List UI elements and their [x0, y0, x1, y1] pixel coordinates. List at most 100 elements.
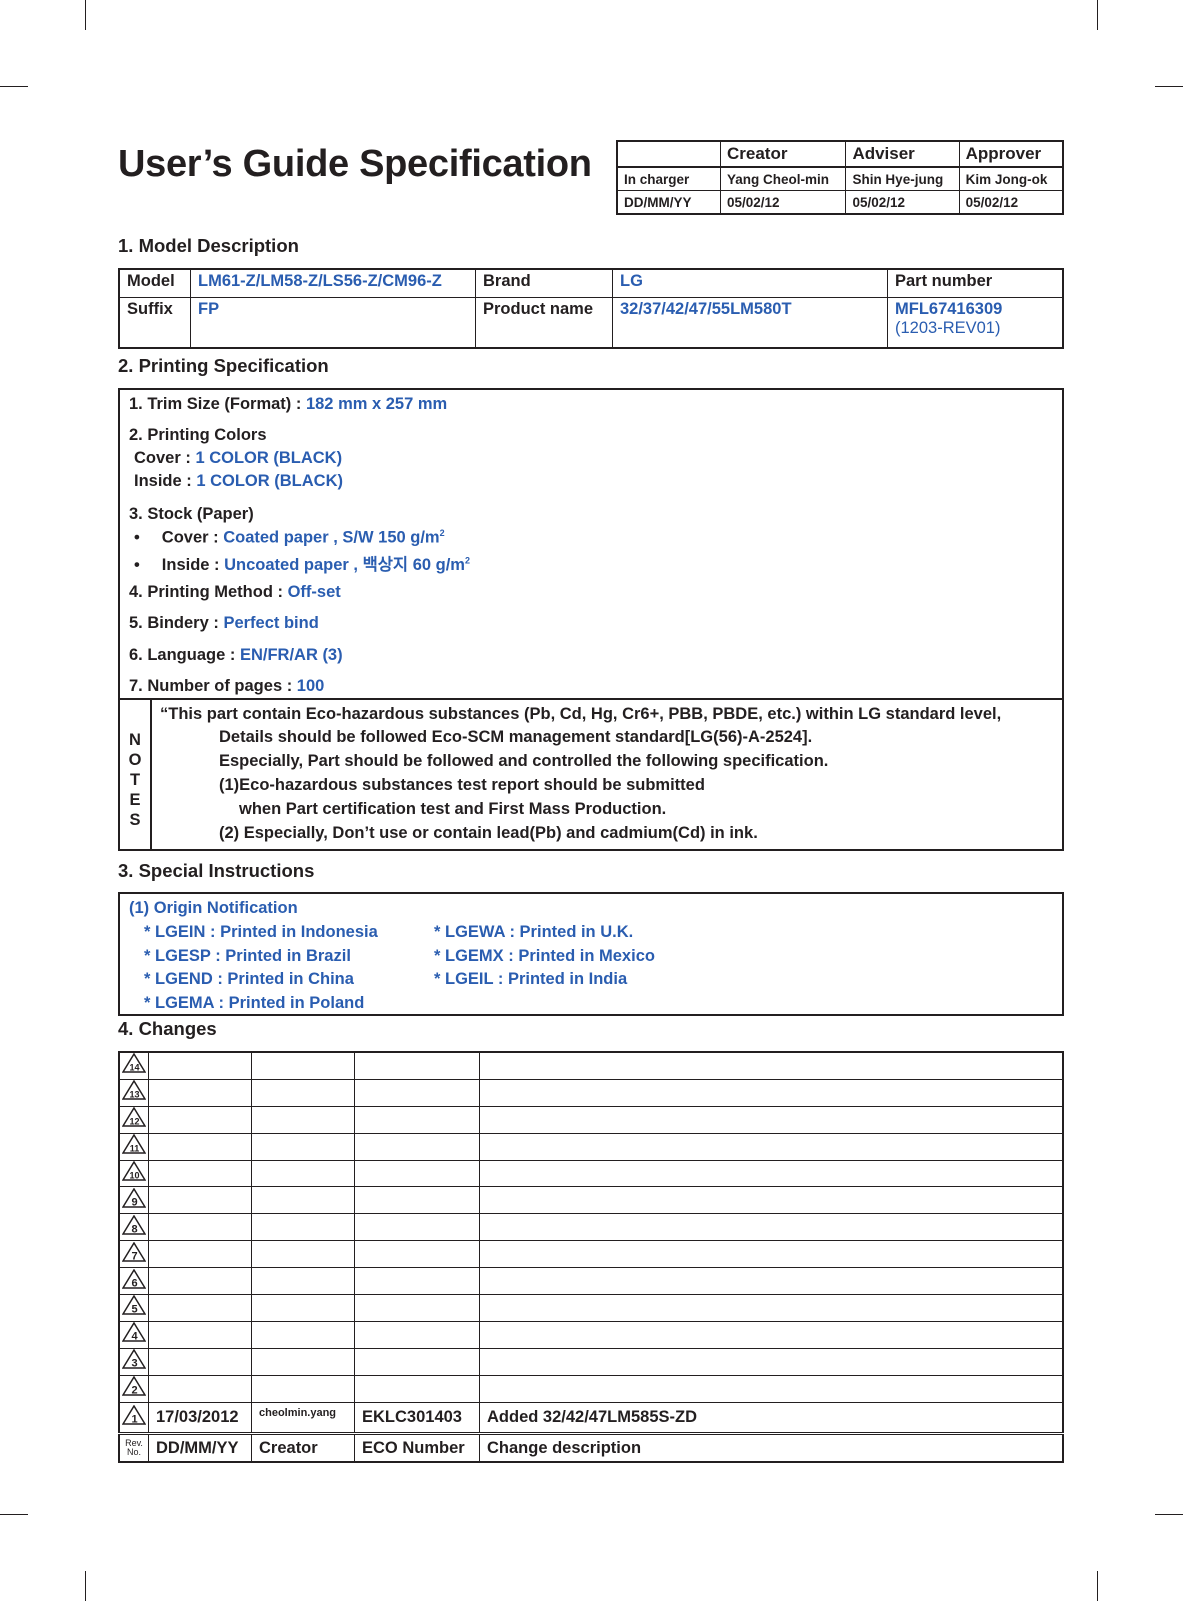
signoff-adviser-name: Shin Hye-jung [845, 166, 960, 191]
origin-item: * LGEIL : Printed in India [434, 970, 628, 988]
notes-line: when Part certification test and First M… [239, 800, 667, 818]
trim-size-line: 1. Trim Size (Format) : 182 mm x 257 mm [129, 395, 447, 414]
pages-line: 7. Number of pages : 100 [129, 677, 324, 696]
signoff-header-blank [616, 140, 721, 168]
notes-line: Especially, Part should be followed and … [219, 752, 829, 770]
printing-spec-box: 1. Trim Size (Format) : 182 mm x 257 mm … [118, 388, 1064, 700]
change-description [479, 1078, 1064, 1107]
changes-row: 5 [118, 1294, 1064, 1322]
change-creator [251, 1186, 355, 1215]
change-description [479, 1132, 1064, 1161]
change-date [148, 1186, 252, 1215]
change-eco-number [354, 1240, 480, 1269]
crop-mark [0, 1514, 28, 1515]
origin-item: * LGEWA : Printed in U.K. [434, 923, 634, 941]
revision-number: 11 [130, 1144, 140, 1154]
stock-label: 3. Stock (Paper) [129, 505, 254, 523]
printing-colors-label: 2. Printing Colors [129, 426, 267, 444]
revision-number: 10 [129, 1171, 139, 1181]
change-date [148, 1294, 252, 1322]
change-eco-number [354, 1267, 480, 1296]
revision-cell: 1 [118, 1401, 149, 1436]
notes-letter: N [129, 731, 141, 749]
notes-letter: T [129, 771, 141, 789]
crop-mark [1097, 1571, 1098, 1601]
change-creator [251, 1267, 355, 1296]
change-eco-number [354, 1294, 480, 1322]
change-creator [251, 1105, 355, 1134]
revision-cell: 12 [118, 1105, 149, 1134]
revision-triangle-icon: 4 [121, 1321, 147, 1347]
change-date [148, 1105, 252, 1134]
changes-row: 13 [118, 1078, 1064, 1107]
notes-letter: S [129, 811, 141, 829]
language-line: 6. Language : EN/FR/AR (3) [129, 646, 343, 665]
revision-number: 7 [131, 1250, 137, 1262]
special-instructions-box: (1) Origin Notification * LGEIN : Printe… [118, 892, 1064, 1016]
origin-notification-heading: (1) Origin Notification [129, 899, 298, 917]
change-creator [251, 1132, 355, 1161]
model-table: Model LM61-Z/LM58-Z/LS56-Z/CM96-Z Brand … [118, 268, 1064, 349]
section-heading-printing: 2. Printing Specification [118, 355, 329, 376]
signoff-approver-name: Kim Jong-ok [958, 166, 1064, 191]
stock-cover-line: • Cover : Coated paper , S/W 150 g/m2 [134, 528, 445, 548]
changes-row: 1 17/03/2012 cheolmin.yang EKLC301403 Added … [118, 1401, 1064, 1436]
crop-mark [1155, 1514, 1183, 1515]
cover-color-label: Cover : [134, 449, 196, 467]
revision-cell: 2 [118, 1374, 149, 1403]
brand-label: Brand [475, 268, 613, 298]
change-description [479, 1186, 1064, 1215]
change-creator [251, 1347, 355, 1376]
revision-number: 4 [131, 1331, 138, 1343]
change-description [479, 1213, 1064, 1242]
suffix-label: Suffix [118, 296, 191, 349]
notes-line: (1)Eco-hazardous substances test report … [219, 776, 705, 794]
bullet-icon: • [134, 556, 140, 574]
rev-no-header: Rev. No. [118, 1433, 149, 1463]
changes-row: 3 [118, 1347, 1064, 1376]
creator-header: Creator [251, 1433, 355, 1463]
revision-cell: 10 [118, 1159, 149, 1188]
changes-row: 14 [118, 1051, 1064, 1080]
changes-row: 12 [118, 1105, 1064, 1134]
inside-color-value: 1 COLOR (BLACK) [196, 472, 343, 490]
revision-triangle-icon: 12 [121, 1106, 147, 1132]
change-description [479, 1240, 1064, 1269]
revision-triangle-icon: 6 [121, 1268, 147, 1294]
part-revision: (1203-REV01) [895, 318, 1001, 337]
revision-number: 12 [129, 1117, 139, 1127]
revision-number: 13 [129, 1090, 139, 1100]
change-creator [251, 1240, 355, 1269]
revision-number: 9 [131, 1196, 137, 1208]
change-description [479, 1374, 1064, 1403]
crop-mark [0, 86, 28, 87]
language-value: EN/FR/AR (3) [239, 646, 343, 664]
revision-triangle-icon: 10 [121, 1160, 147, 1186]
printing-method-line: 4. Printing Method : Off-set [129, 583, 341, 602]
change-description [479, 1267, 1064, 1296]
origin-item: * LGESP : Printed in Brazil [144, 947, 351, 965]
part-number-label: Part number [887, 268, 1064, 298]
revision-cell: 6 [118, 1267, 149, 1296]
change-description: Added 32/42/47LM585S-ZD [479, 1401, 1064, 1436]
revision-number: 1 [131, 1414, 137, 1426]
notes-label: N O T E S [120, 730, 150, 830]
signoff-approver-date: 05/02/12 [958, 190, 1064, 215]
product-name-value: 32/37/42/47/55LM580T [612, 296, 888, 349]
notes-box: N O T E S “This part contain Eco-hazardo… [118, 698, 1064, 851]
revision-triangle-icon: 9 [121, 1187, 147, 1213]
revision-number: 8 [131, 1223, 137, 1235]
model-value: LM61-Z/LM58-Z/LS56-Z/CM96-Z [190, 268, 476, 298]
revision-triangle-icon: 3 [121, 1348, 147, 1374]
stock-cover-label: Cover : [161, 528, 224, 547]
section-heading-model: 1. Model Description [118, 235, 299, 256]
signoff-row-label: DD/MM/YY [616, 190, 721, 215]
notes-line: “This part contain Eco-hazardous substan… [160, 705, 1002, 723]
change-description [479, 1320, 1064, 1349]
section-heading-special: 3. Special Instructions [118, 860, 315, 881]
cover-color-value: 1 COLOR (BLACK) [195, 449, 343, 467]
change-date [148, 1320, 252, 1349]
change-date [148, 1240, 252, 1269]
change-creator [251, 1213, 355, 1242]
changes-row: 4 [118, 1320, 1064, 1349]
